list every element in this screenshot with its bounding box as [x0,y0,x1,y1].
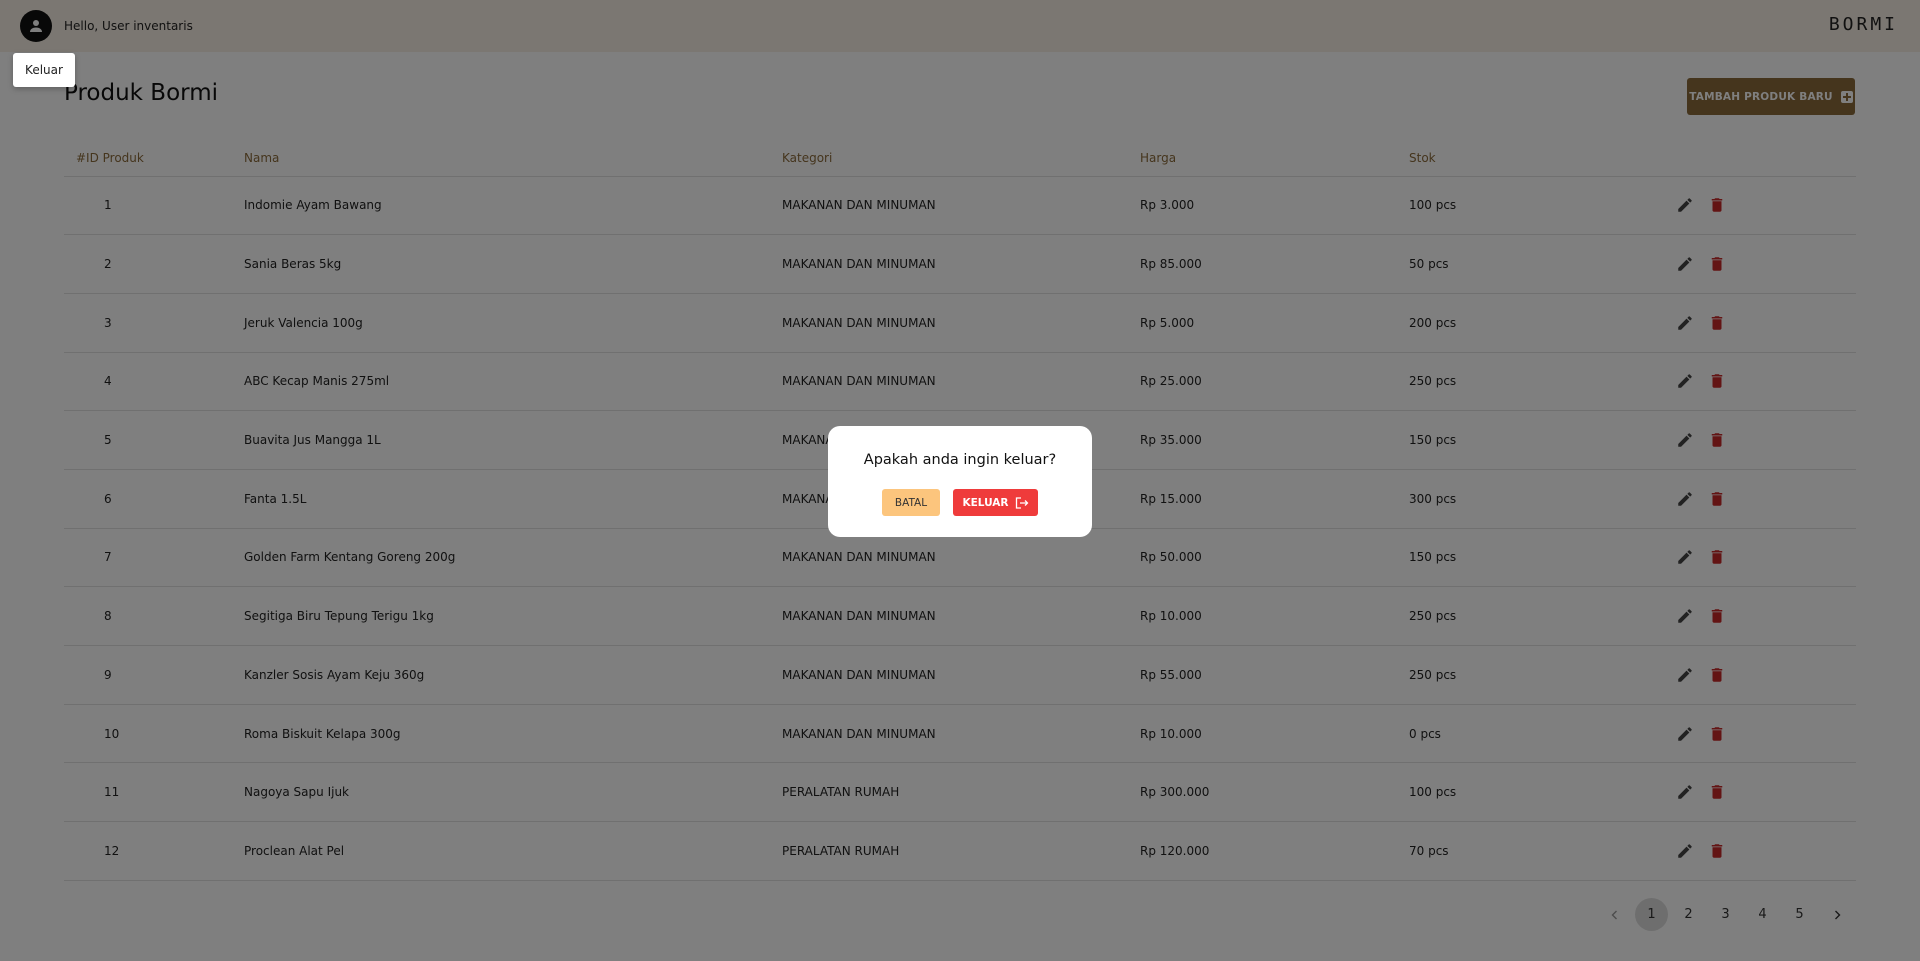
logout-button-label: KELUAR [962,496,1009,509]
logout-button[interactable]: KELUAR [953,489,1038,516]
cancel-button[interactable]: BATAL [882,489,940,516]
dialog-question: Apakah anda ingin keluar? [863,452,1057,468]
logout-icon [1015,496,1028,509]
logout-confirm-dialog: Apakah anda ingin keluar? BATAL KELUAR [828,426,1092,537]
logout-menu-item[interactable]: Keluar [13,53,75,87]
